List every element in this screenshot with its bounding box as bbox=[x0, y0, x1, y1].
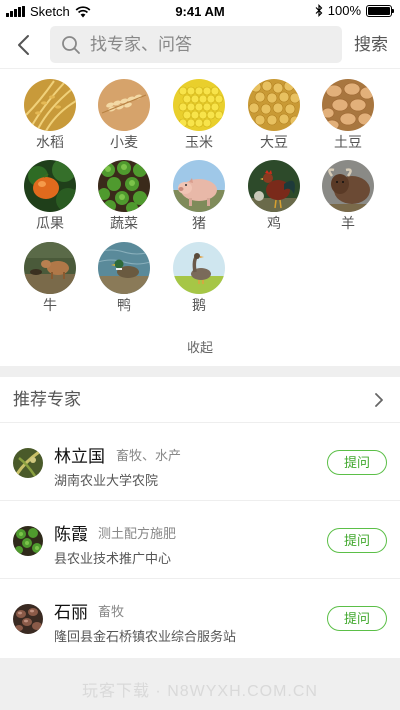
expert-row[interactable]: 石丽 畜牧 隆回县金石桥镇农业综合服务站 提问 bbox=[0, 579, 400, 657]
ask-button[interactable]: 提问 bbox=[327, 450, 387, 475]
category-item-sheep[interactable]: 羊 bbox=[310, 160, 386, 232]
category-label: 土豆 bbox=[334, 134, 362, 150]
battery-icon bbox=[366, 4, 394, 17]
chevron-right-icon bbox=[375, 393, 383, 407]
avatar bbox=[13, 526, 43, 556]
category-item-goose[interactable]: 鹅 bbox=[161, 242, 237, 314]
expert-organization: 县农业技术推广中心 bbox=[54, 551, 172, 566]
pig-image bbox=[173, 160, 225, 212]
status-right: 100% bbox=[315, 3, 394, 18]
watermark: 玩客下载 · N8WYXH.COM.CN bbox=[81, 683, 318, 700]
category-label: 羊 bbox=[341, 215, 355, 231]
potato-image bbox=[322, 79, 374, 131]
cattle-image bbox=[24, 242, 76, 294]
category-label: 瓜果 bbox=[36, 215, 64, 231]
collapse-button[interactable]: 收起 bbox=[0, 337, 400, 356]
category-label: 大豆 bbox=[260, 134, 288, 150]
expert-row[interactable]: 林立国 畜牧、水产 湖南农业大学农院 提问 bbox=[0, 423, 400, 501]
search-icon bbox=[62, 36, 80, 54]
back-arrow-icon[interactable] bbox=[10, 30, 40, 60]
expert-tags: 测土配方施肥 bbox=[98, 526, 177, 541]
wheat-image bbox=[98, 79, 150, 131]
expert-row[interactable]: 陈霞 测土配方施肥 县农业技术推广中心 提问 bbox=[0, 501, 400, 579]
category-grid: 水稻 小麦 玉米 大豆 土豆 瓜果 蔬菜 猪 鸡 羊 牛 鸭 鹅 收起 bbox=[0, 69, 400, 366]
expert-organization: 隆回县金石桥镇农业综合服务站 bbox=[54, 629, 237, 644]
battery-percent: 100% bbox=[327, 3, 361, 18]
category-label: 小麦 bbox=[110, 134, 138, 150]
soybean-image bbox=[248, 79, 300, 131]
category-item-wheat[interactable]: 小麦 bbox=[86, 79, 162, 151]
search-input[interactable]: 找专家、问答 bbox=[50, 26, 342, 63]
goose-image bbox=[173, 242, 225, 294]
category-item-soybean[interactable]: 大豆 bbox=[236, 79, 312, 151]
duck-image bbox=[98, 242, 150, 294]
category-item-pig[interactable]: 猪 bbox=[161, 160, 237, 232]
search-placeholder: 找专家、问答 bbox=[90, 35, 192, 54]
bluetooth-icon bbox=[315, 4, 323, 17]
corn-image bbox=[173, 79, 225, 131]
experts-section-header[interactable]: 推荐专家 bbox=[0, 377, 400, 423]
category-label: 鹅 bbox=[192, 297, 206, 313]
category-label: 猪 bbox=[192, 215, 206, 231]
category-item-potato[interactable]: 土豆 bbox=[310, 79, 386, 151]
expert-tags: 畜牧、水产 bbox=[116, 448, 182, 463]
ask-button[interactable]: 提问 bbox=[327, 528, 387, 553]
category-item-duck[interactable]: 鸭 bbox=[86, 242, 162, 314]
vegetable-image bbox=[98, 160, 150, 212]
expert-name: 陈霞 bbox=[54, 525, 88, 544]
recommended-experts: 推荐专家 林立国 畜牧、水产 湖南农业大学农院 提问 陈霞 测土配方施肥 县农业… bbox=[0, 377, 400, 658]
category-label: 水稻 bbox=[36, 134, 64, 150]
category-item-vegetable[interactable]: 蔬菜 bbox=[86, 160, 162, 232]
search-header: 找专家、问答 搜索 bbox=[0, 22, 400, 68]
expert-organization: 湖南农业大学农院 bbox=[54, 473, 159, 488]
status-bar: Sketch 9:41 AM 100% bbox=[0, 0, 400, 22]
fruit-image bbox=[24, 160, 76, 212]
ask-button[interactable]: 提问 bbox=[327, 606, 387, 631]
category-label: 牛 bbox=[43, 297, 57, 313]
category-item-corn[interactable]: 玉米 bbox=[161, 79, 237, 151]
category-label: 鸡 bbox=[267, 215, 281, 231]
category-item-fruit[interactable]: 瓜果 bbox=[12, 160, 88, 232]
expert-name: 石丽 bbox=[54, 603, 88, 622]
category-label: 玉米 bbox=[185, 134, 213, 150]
category-label: 鸭 bbox=[117, 297, 131, 313]
category-item-chicken[interactable]: 鸡 bbox=[236, 160, 312, 232]
category-label: 蔬菜 bbox=[110, 215, 138, 231]
avatar bbox=[13, 448, 43, 478]
expert-name: 林立国 bbox=[54, 447, 105, 466]
category-item-rice[interactable]: 水稻 bbox=[12, 79, 88, 151]
avatar bbox=[13, 604, 43, 634]
expert-tags: 畜牧 bbox=[98, 604, 125, 619]
rice-image bbox=[24, 79, 76, 131]
chicken-image bbox=[248, 160, 300, 212]
sheep-image bbox=[322, 160, 374, 212]
category-item-cattle[interactable]: 牛 bbox=[12, 242, 88, 314]
section-title: 推荐专家 bbox=[13, 390, 81, 409]
search-button[interactable]: 搜索 bbox=[354, 22, 388, 68]
